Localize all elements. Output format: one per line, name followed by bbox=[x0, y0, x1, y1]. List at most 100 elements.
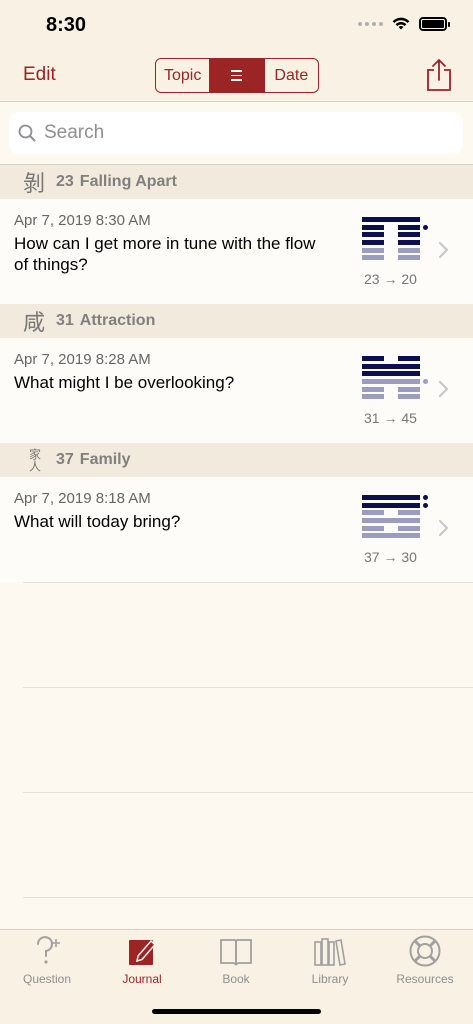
segment-topic[interactable]: Topic bbox=[156, 59, 209, 92]
signal-icon bbox=[358, 21, 383, 26]
changing-line-dot bbox=[423, 533, 428, 538]
hexagram-transition: 23 → 20 bbox=[364, 271, 417, 287]
chevron-right-icon bbox=[438, 519, 449, 537]
wifi-icon bbox=[392, 17, 410, 30]
journal-entry-row[interactable]: Apr 7, 2019 8:30 AM How can I get more i… bbox=[0, 199, 473, 304]
list-icon bbox=[231, 70, 243, 81]
changing-line-dot bbox=[423, 526, 428, 531]
changing-lines-indicator bbox=[423, 217, 429, 263]
hexagram-line-yang bbox=[362, 379, 420, 385]
row-separator bbox=[23, 687, 473, 688]
hexagram-line-yin bbox=[362, 525, 420, 531]
hexagram-line-yang bbox=[362, 502, 420, 508]
status-time: 8:30 bbox=[46, 14, 87, 36]
changing-line-dot bbox=[423, 217, 428, 222]
changing-line-dot bbox=[423, 224, 428, 230]
section-number: 31 bbox=[56, 312, 74, 329]
section-title: Attraction bbox=[79, 312, 156, 329]
changing-line-dot bbox=[423, 364, 428, 369]
entry-date: Apr 7, 2019 8:28 AM bbox=[14, 351, 151, 368]
entry-question: What might I be overlooking? bbox=[14, 373, 235, 392]
changing-line-dot bbox=[423, 518, 428, 523]
hexagram-line-yin bbox=[362, 224, 420, 230]
section-title: Falling Apart bbox=[79, 173, 177, 190]
hexagram-character-stacked: 家人 bbox=[27, 448, 42, 472]
section-header: 咸 31 Attraction bbox=[0, 304, 473, 338]
changing-line-dot bbox=[423, 371, 428, 376]
tab-resources[interactable]: Resources bbox=[378, 934, 472, 992]
sort-segmented-control: Topic Date bbox=[155, 58, 319, 93]
hexagram-line-yang bbox=[362, 371, 420, 377]
hexagram-line-yin bbox=[362, 240, 420, 246]
hexagram-line-yin bbox=[362, 394, 420, 400]
hexagram-line-yin bbox=[362, 232, 420, 238]
tab-label: Question bbox=[22, 972, 72, 986]
hexagram-figure bbox=[362, 217, 420, 263]
journal-entry-row[interactable]: Apr 7, 2019 8:18 AM What will today brin… bbox=[0, 477, 473, 582]
tab-label: Book bbox=[222, 972, 250, 986]
changing-lines-indicator bbox=[423, 356, 429, 402]
hexagram-line-yang bbox=[362, 495, 420, 500]
changing-line-dot bbox=[423, 510, 428, 515]
book-icon bbox=[218, 934, 254, 968]
journal-icon bbox=[124, 934, 160, 968]
section-title: Family bbox=[79, 451, 131, 468]
section-header: 剝 23 Falling Apart bbox=[0, 165, 473, 199]
changing-line-dot bbox=[423, 394, 428, 399]
changing-lines-indicator bbox=[423, 495, 429, 541]
row-separator bbox=[23, 897, 473, 898]
hexagram-line-yin bbox=[362, 386, 420, 392]
chevron-right-icon bbox=[438, 380, 449, 398]
tab-book[interactable]: Book bbox=[189, 934, 283, 992]
segment-date[interactable]: Date bbox=[263, 59, 318, 92]
changing-line-dot bbox=[423, 379, 428, 385]
hexagram-character: 家人 bbox=[14, 448, 54, 472]
changing-line-dot bbox=[423, 387, 428, 392]
entry-date: Apr 7, 2019 8:30 AM bbox=[14, 212, 151, 229]
search-input[interactable] bbox=[44, 122, 444, 144]
status-bar: 8:30 bbox=[0, 0, 473, 50]
section-header: 家人 37 Family bbox=[0, 443, 473, 477]
tab-label: Resources bbox=[396, 972, 454, 986]
hexagram-line-yang bbox=[362, 363, 420, 369]
tab-journal[interactable]: Journal bbox=[95, 934, 189, 992]
entry-question: How can I get more in tune with the flow… bbox=[14, 234, 316, 274]
section-number: 23 bbox=[56, 173, 74, 190]
library-icon bbox=[312, 934, 348, 968]
hexagram-line-yang bbox=[362, 217, 420, 222]
entry-date: Apr 7, 2019 8:18 AM bbox=[14, 490, 151, 507]
search-box[interactable] bbox=[9, 112, 463, 154]
section-number: 37 bbox=[56, 451, 74, 468]
changing-line-dot bbox=[423, 248, 428, 253]
hexagram-line-yin bbox=[362, 247, 420, 253]
hexagram-line-yin bbox=[362, 356, 420, 361]
hexagram-transition: 31 → 45 bbox=[364, 410, 417, 426]
hexagram-character: 剝 bbox=[22, 172, 45, 197]
share-icon[interactable] bbox=[424, 58, 454, 92]
changing-line-dot bbox=[423, 240, 428, 245]
hexagram-line-yin bbox=[362, 255, 420, 261]
row-separator bbox=[23, 582, 473, 583]
lifebuoy-icon bbox=[407, 934, 443, 968]
tab-library[interactable]: Library bbox=[283, 934, 377, 992]
journal-entry-row[interactable]: Apr 7, 2019 8:28 AM What might I be over… bbox=[0, 338, 473, 443]
search-area bbox=[0, 103, 473, 165]
edit-button[interactable]: Edit bbox=[23, 64, 56, 86]
hexagram-character: 咸 bbox=[22, 311, 45, 336]
chevron-right-icon bbox=[438, 241, 449, 259]
changing-line-dot bbox=[423, 356, 428, 361]
changing-line-dot bbox=[423, 495, 428, 500]
tab-label: Journal bbox=[122, 972, 162, 986]
changing-line-dot bbox=[423, 502, 428, 508]
changing-line-dot bbox=[423, 255, 428, 260]
hexagram-figure bbox=[362, 356, 420, 402]
row-separator bbox=[23, 792, 473, 793]
segment-list[interactable] bbox=[209, 59, 264, 92]
home-indicator bbox=[152, 1009, 321, 1014]
hexagram-figure bbox=[362, 495, 420, 541]
changing-line-dot bbox=[423, 232, 428, 237]
question-icon bbox=[29, 934, 65, 968]
hexagram-transition: 37 → 30 bbox=[364, 549, 417, 565]
tab-question[interactable]: Question bbox=[0, 934, 94, 992]
search-icon bbox=[18, 124, 36, 142]
